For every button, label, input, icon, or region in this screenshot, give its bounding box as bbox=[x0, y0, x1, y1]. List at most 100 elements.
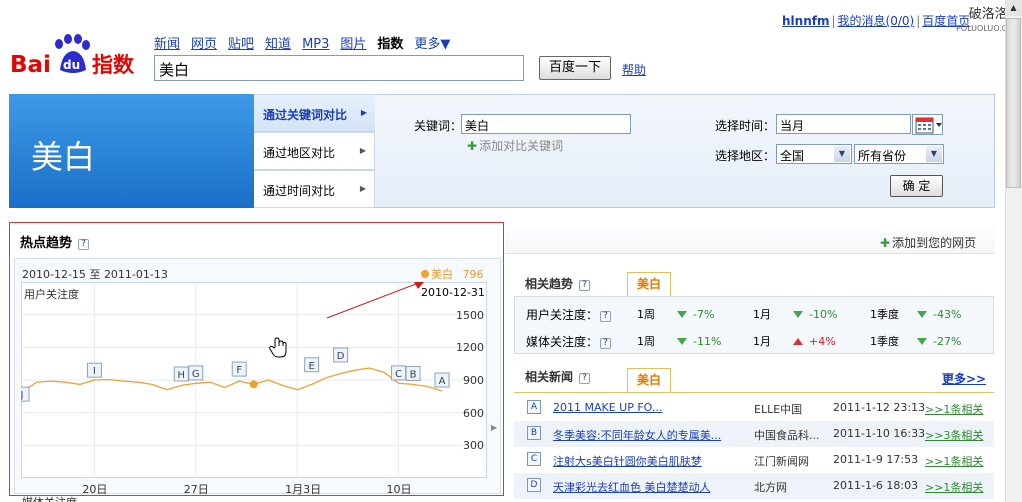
help-link[interactable]: 帮助 bbox=[622, 61, 646, 78]
event-marker-label: J bbox=[21, 390, 23, 401]
x-tick-label: 1月3日 bbox=[285, 483, 322, 496]
time-label: 选择时间： bbox=[715, 119, 776, 133]
trend-cell: 1周 -11% bbox=[637, 333, 721, 349]
news-related-link[interactable]: >>1条相关 bbox=[925, 479, 983, 495]
tab-compare-region[interactable]: 通过地区对比 ▶ bbox=[254, 132, 375, 170]
chart-expand-handle[interactable]: ▶ bbox=[491, 423, 500, 453]
news-item: A 2011 MAKE UP FO... ELLE中国 2011-1-12 23:13… bbox=[514, 395, 994, 421]
nav-images[interactable]: 图片 bbox=[340, 37, 366, 52]
region-label: 选择地区： bbox=[715, 149, 776, 163]
trend-period: 1月 bbox=[753, 335, 771, 348]
scroll-up-arrow-icon[interactable]: ▲ bbox=[1005, 0, 1022, 16]
nav-web[interactable]: 网页 bbox=[191, 37, 217, 52]
event-marker-i[interactable]: I bbox=[86, 362, 102, 378]
nav-index-current: 指数 bbox=[377, 37, 404, 52]
nav-zhidao[interactable]: 知道 bbox=[265, 37, 291, 52]
event-marker-c[interactable]: C bbox=[391, 365, 407, 381]
related-news-keyword-tab[interactable]: 美白 bbox=[627, 368, 671, 392]
region-select-value: 全国 bbox=[780, 149, 805, 163]
logo-text-index: 指数 bbox=[92, 53, 135, 77]
help-icon[interactable]: ? bbox=[579, 280, 591, 291]
news-time: 2011-1-6 18:03 bbox=[833, 479, 919, 492]
chart-date-range: 2010-12-15 至 2011-01-13 bbox=[22, 266, 168, 282]
username-link[interactable]: hlnnfm bbox=[782, 14, 829, 28]
chevron-right-icon: ▶ bbox=[360, 108, 367, 117]
x-tick-label: 10日 bbox=[386, 483, 412, 496]
trend-cell: 1周 -7% bbox=[637, 306, 714, 322]
event-marker-f[interactable]: F bbox=[231, 361, 247, 377]
time-input[interactable]: 当月 bbox=[776, 114, 911, 134]
news-related-link[interactable]: >>1条相关 bbox=[925, 453, 983, 469]
related-trend-title-text: 相关趋势 bbox=[525, 277, 574, 291]
news-title-link[interactable]: 注射大s美白针圆你美白肌肤梦 bbox=[553, 453, 702, 469]
related-trend-keyword-tab[interactable]: 美白 bbox=[627, 272, 671, 296]
confirm-button[interactable]: 确 定 bbox=[890, 175, 943, 197]
trend-period: 1月 bbox=[753, 308, 771, 321]
y-tick-label: 300 bbox=[463, 439, 484, 453]
trend-change-value: +4% bbox=[809, 335, 836, 348]
add-compare-keyword-label: 添加对比关键词 bbox=[479, 139, 564, 153]
event-marker-j[interactable]: J bbox=[21, 386, 30, 402]
calendar-icon[interactable] bbox=[912, 114, 943, 135]
nav-mp3[interactable]: MP3 bbox=[302, 37, 329, 52]
news-divider bbox=[514, 392, 994, 393]
watermark-text: 破洛洛 bbox=[968, 7, 1008, 22]
event-marker-e[interactable]: E bbox=[304, 357, 320, 373]
tab-compare-keyword[interactable]: 通过关键词对比 ▶ bbox=[254, 94, 375, 132]
arrow-down-icon bbox=[677, 338, 687, 345]
news-badge: C bbox=[527, 452, 541, 466]
help-icon[interactable]: ? bbox=[600, 311, 612, 322]
trend-cell: 1月 +4% bbox=[753, 333, 836, 349]
trend-change-value: -7% bbox=[693, 308, 715, 321]
y-tick-label: 1200 bbox=[456, 341, 484, 355]
news-time: 2011-1-12 23:13 bbox=[833, 401, 926, 414]
keyword-label: 关键词： bbox=[414, 119, 463, 133]
province-select[interactable]: 所有省份 ▼ bbox=[854, 144, 944, 164]
news-source: 江门新闻网 bbox=[754, 455, 809, 468]
news-source: ELLE中国 bbox=[754, 403, 803, 416]
related-news-title: 相关新闻? bbox=[525, 368, 591, 385]
chevron-down-icon: ▼ bbox=[834, 146, 850, 162]
event-marker-b[interactable]: B bbox=[405, 365, 421, 381]
news-related-link[interactable]: >>3条相关 bbox=[925, 427, 983, 443]
y-axis-label: 用户关注度 bbox=[24, 288, 79, 301]
nav-tieba[interactable]: 贴吧 bbox=[228, 37, 254, 52]
search-button[interactable]: 百度一下 bbox=[539, 56, 611, 80]
more-news-link[interactable]: 更多>> bbox=[942, 370, 986, 387]
news-related-link[interactable]: >>1条相关 bbox=[925, 401, 983, 417]
news-item: C 注射大s美白针圆你美白肌肤梦 江门新闻网 2011-1-9 17:53 >>1条相关 bbox=[514, 447, 994, 473]
nav-more[interactable]: 更多▼ bbox=[414, 37, 450, 52]
event-marker-label: F bbox=[236, 365, 242, 376]
help-icon[interactable]: ? bbox=[600, 338, 612, 349]
add-compare-keyword-link[interactable]: ✚ 添加对比关键词 bbox=[467, 137, 563, 154]
search-input[interactable]: 美白 bbox=[154, 55, 524, 81]
nav-news[interactable]: 新闻 bbox=[154, 37, 180, 52]
paw-logo-icon: Bai du 指数 bbox=[10, 34, 135, 78]
news-item: D 天津彩光去红血色 美白楚楚动人 北方网 2011-1-6 18:03 >>1条相关 bbox=[514, 473, 994, 499]
event-marker-h[interactable]: H bbox=[173, 366, 189, 382]
messages-link[interactable]: 我的消息(0/0) bbox=[838, 14, 915, 28]
event-marker-label: H bbox=[178, 370, 186, 381]
news-title-link[interactable]: 天津彩光去红血色 美白楚楚动人 bbox=[553, 479, 711, 495]
news-title-link[interactable]: 冬季美容:不同年龄女人的专属美... bbox=[553, 427, 721, 443]
news-badge: D bbox=[527, 478, 541, 492]
add-to-page-link[interactable]: ✚ 添加到您的网页 bbox=[880, 234, 976, 251]
news-title-link[interactable]: 2011 MAKE UP FO... bbox=[553, 401, 662, 414]
top-nav: 新闻 网页 贴吧 知道 MP3 图片 指数 更多▼ bbox=[154, 33, 461, 52]
event-marker-g[interactable]: G bbox=[188, 365, 204, 381]
event-marker-label: B bbox=[410, 369, 417, 380]
help-icon[interactable]: ? bbox=[78, 239, 90, 250]
trend-chart[interactable]: JI H G F EDC BA bbox=[21, 282, 487, 478]
baidu-index-logo[interactable]: Bai du 指数 bbox=[10, 34, 145, 80]
scrollbar-thumb[interactable] bbox=[1006, 18, 1021, 188]
event-marker-d[interactable]: D bbox=[333, 347, 349, 363]
keyword-input[interactable]: 美白 bbox=[461, 114, 631, 134]
plus-icon: ✚ bbox=[880, 236, 891, 250]
trend-change-value: -10% bbox=[809, 308, 838, 321]
tab-compare-time[interactable]: 通过时间对比 ▶ bbox=[254, 170, 375, 208]
chevron-right-icon: ▶ bbox=[359, 184, 366, 193]
help-icon[interactable]: ? bbox=[579, 373, 591, 384]
y-tick-label: 1500 bbox=[456, 308, 484, 322]
region-select[interactable]: 全国 ▼ bbox=[776, 144, 852, 164]
news-time: 2011-1-10 16:33 bbox=[833, 427, 926, 440]
